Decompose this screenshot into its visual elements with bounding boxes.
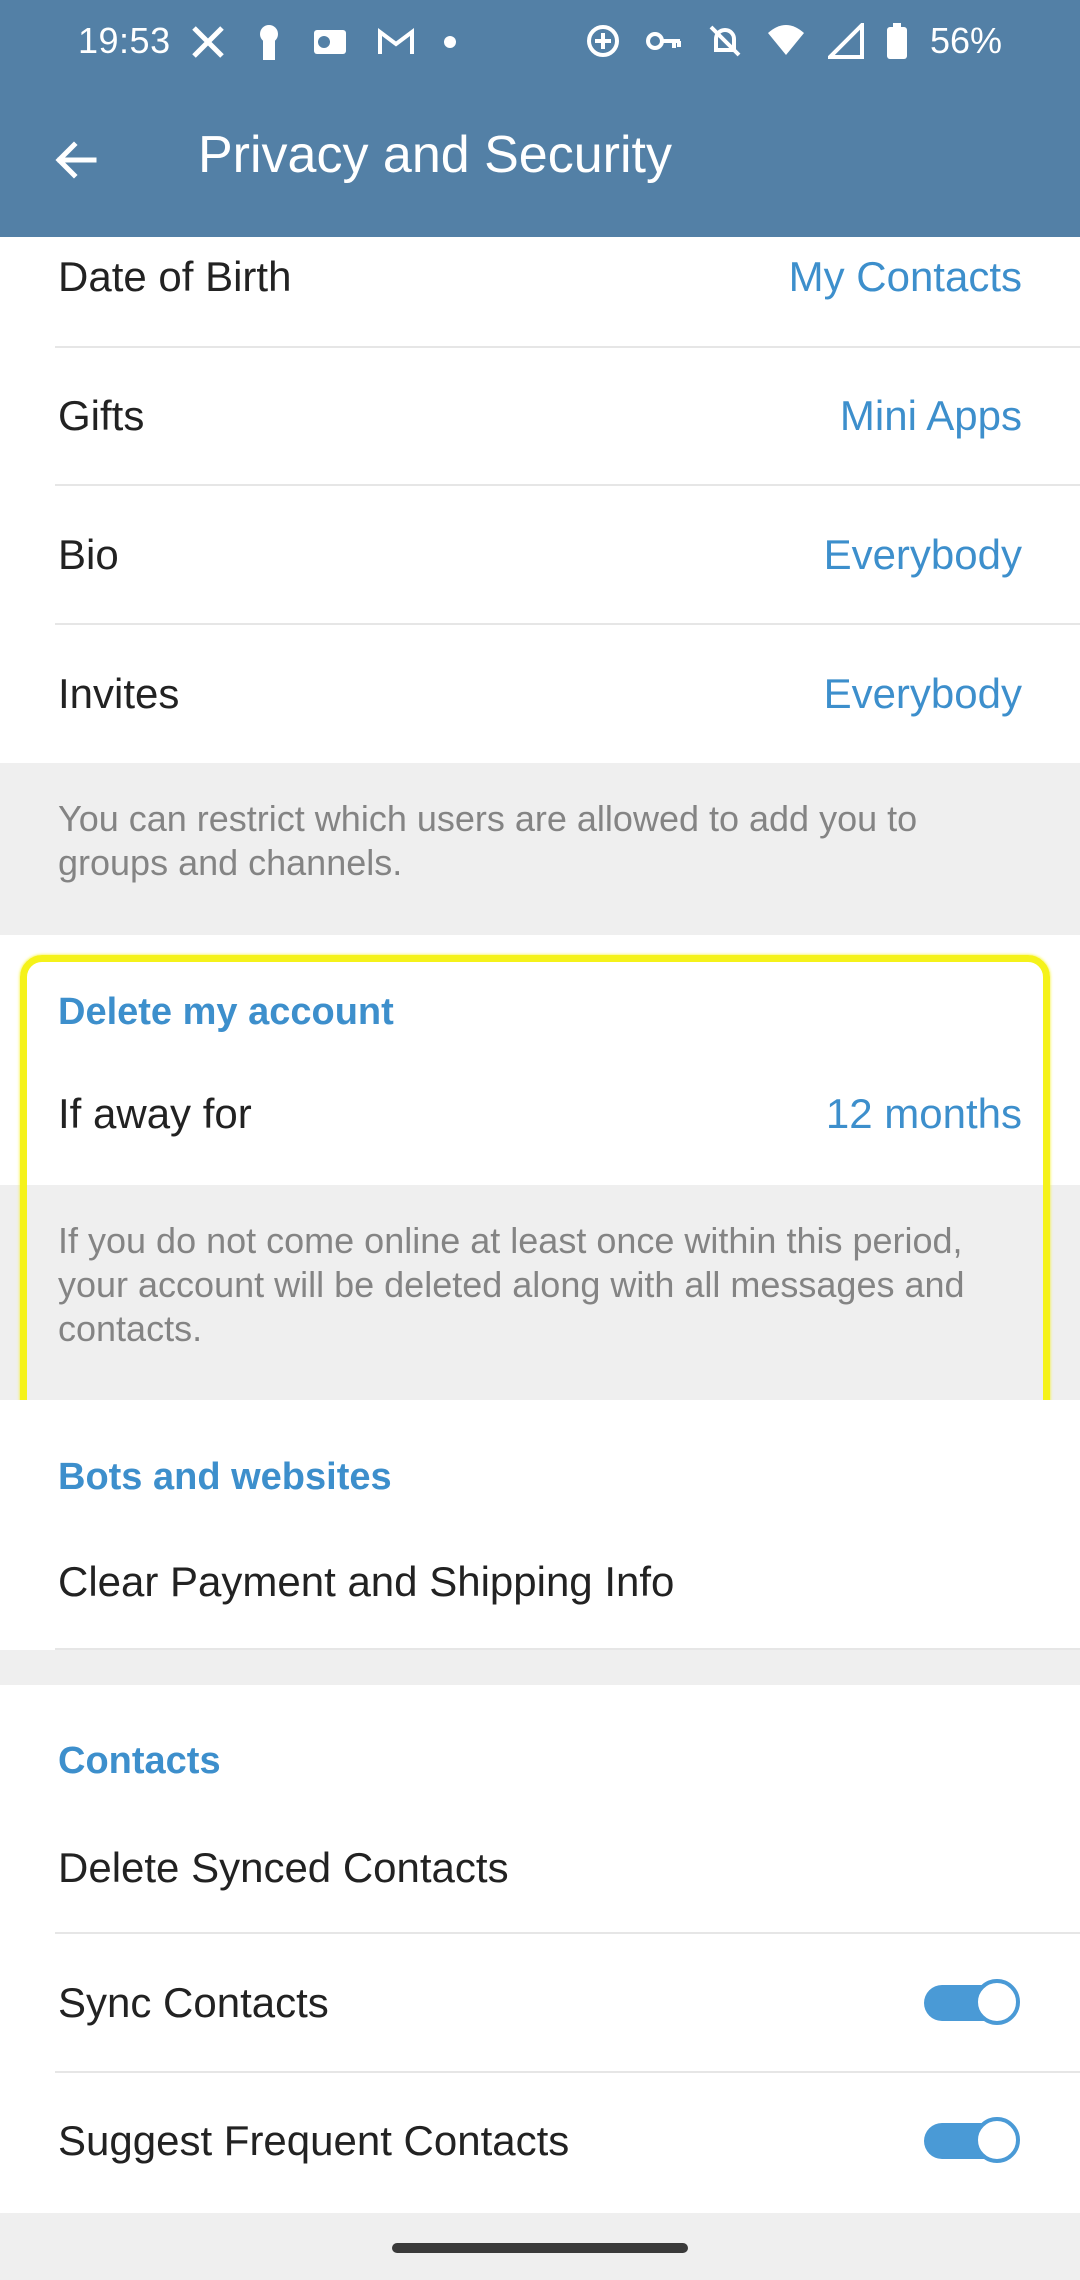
gmail-icon (378, 28, 414, 54)
row-value: Everybody (823, 670, 1022, 717)
notifications-off-icon (709, 25, 741, 57)
dot-icon (444, 36, 456, 48)
row-value: Mini Apps (839, 392, 1022, 439)
toggle-knob (974, 2117, 1020, 2163)
row-gifts[interactable]: Gifts Mini Apps (0, 348, 1080, 485)
invites-info-box: You can restrict which users are allowed… (0, 763, 1080, 935)
row-label: Bio (58, 531, 119, 578)
navigation-bar (0, 2213, 1080, 2280)
outlook-icon (314, 30, 346, 54)
arrow-back-icon (55, 141, 97, 179)
highlight-box (20, 955, 1050, 1425)
row-label: Suggest Frequent Contacts (58, 2117, 570, 2164)
row-clear-payment-info[interactable]: Clear Payment and Shipping Info (0, 1525, 1080, 1650)
row-delete-synced-contacts[interactable]: Delete Synced Contacts (0, 1800, 1080, 1932)
row-label: Gifts (58, 392, 145, 439)
battery-icon (886, 23, 907, 59)
contacts-section: Contacts (0, 1685, 1080, 1815)
row-bio[interactable]: Bio Everybody (0, 486, 1080, 623)
sync-contacts-toggle[interactable] (924, 1979, 1020, 2025)
system-icons: 56% (584, 20, 1002, 62)
row-value: Everybody (823, 531, 1022, 578)
row-sync-contacts[interactable]: Sync Contacts (0, 1934, 1080, 2072)
section-header-bots: Bots and websites (58, 1456, 392, 1498)
row-invites[interactable]: Invites Everybody (0, 625, 1080, 763)
vpn-key-icon (645, 32, 681, 50)
status-time: 19:53 (78, 20, 171, 61)
home-gesture-handle[interactable] (392, 2243, 688, 2253)
app-header: 19:53 56% Privacy and Security (0, 0, 1080, 237)
wifi-icon (767, 25, 804, 55)
row-suggest-frequent-contacts[interactable]: Suggest Frequent Contacts (0, 2073, 1080, 2213)
status-bar: 19:53 56% (0, 0, 1080, 88)
invites-info-text: You can restrict which users are allowed… (58, 798, 918, 883)
back-button[interactable] (40, 124, 112, 196)
screen: 19:53 56% Privacy and Security Date of B… (0, 0, 1080, 2280)
suggest-frequent-contacts-toggle[interactable] (924, 2117, 1020, 2163)
section-header-contacts: Contacts (58, 1740, 221, 1782)
row-label: Invites (58, 670, 180, 717)
row-label: Clear Payment and Shipping Info (58, 1558, 675, 1605)
row-label: Sync Contacts (58, 1979, 329, 2026)
x-icon (192, 26, 224, 58)
data-saver-icon (586, 25, 619, 57)
notification-icons (188, 22, 458, 62)
signal-icon (827, 23, 864, 59)
battery-percentage: 56% (929, 20, 1002, 61)
row-date-of-birth[interactable]: Date of Birth My Contacts (0, 237, 1080, 347)
row-label: Date of Birth (58, 253, 292, 300)
row-label: Delete Synced Contacts (58, 1844, 509, 1891)
page-title: Privacy and Security (198, 126, 672, 184)
row-value: My Contacts (788, 253, 1022, 300)
toggle-knob (974, 1979, 1020, 2025)
section-gap (0, 1650, 1080, 1685)
keyhole-icon (260, 25, 278, 60)
